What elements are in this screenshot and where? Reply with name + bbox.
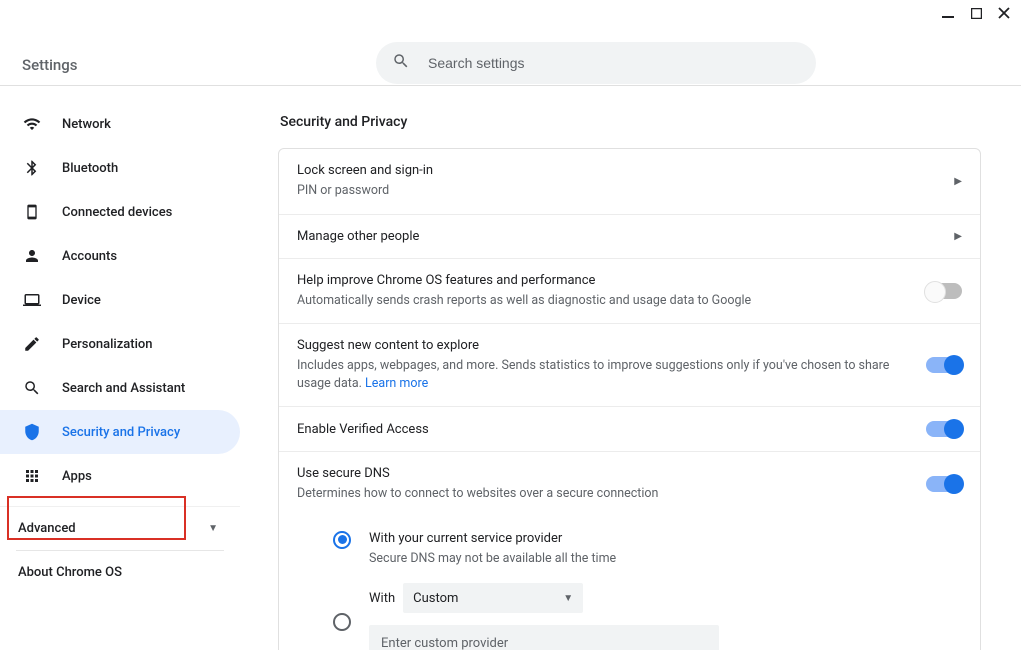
- dns-provider-select[interactable]: Custom ▼: [403, 583, 583, 613]
- row-verified-access: Enable Verified Access: [279, 407, 980, 452]
- radio-current-provider[interactable]: [333, 531, 351, 549]
- input-placeholder: Enter custom provider: [381, 636, 508, 650]
- phone-icon: [22, 203, 42, 221]
- sidebar-item-label: Apps: [62, 469, 92, 484]
- row-title: Manage other people: [297, 229, 954, 244]
- row-subtitle: PIN or password: [297, 182, 954, 200]
- row-title: Suggest new content to explore: [297, 338, 926, 353]
- content-area: Security and Privacy Lock screen and sig…: [240, 86, 1021, 650]
- sidebar-item-apps[interactable]: Apps: [0, 454, 240, 498]
- sidebar-item-accounts[interactable]: Accounts: [0, 234, 240, 278]
- select-value: Custom: [413, 591, 458, 606]
- advanced-toggle[interactable]: Advanced ▼: [0, 506, 240, 550]
- custom-provider-input[interactable]: Enter custom provider: [369, 625, 719, 650]
- sidebar-item-label: Security and Privacy: [62, 425, 180, 440]
- search-icon: [22, 379, 42, 397]
- sidebar-item-label: Device: [62, 293, 101, 308]
- chevron-right-icon: ▶: [954, 231, 962, 242]
- row-title: Enable Verified Access: [297, 422, 926, 437]
- row-manage-people[interactable]: Manage other people ▶: [279, 215, 980, 259]
- toggle-secure-dns[interactable]: [926, 476, 962, 492]
- sidebar-item-personalization[interactable]: Personalization: [0, 322, 240, 366]
- row-suggest-content: Suggest new content to explore Includes …: [279, 324, 980, 407]
- sidebar-item-connected-devices[interactable]: Connected devices: [0, 190, 240, 234]
- toggle-suggest-content[interactable]: [926, 357, 962, 373]
- about-link[interactable]: About Chrome OS: [0, 551, 240, 594]
- sidebar-item-label: Connected devices: [62, 205, 172, 220]
- person-icon: [22, 247, 42, 265]
- bluetooth-icon: [22, 159, 42, 177]
- dns-option-current-provider[interactable]: With your current service provider Secur…: [333, 523, 962, 576]
- search-bar[interactable]: [376, 42, 816, 84]
- row-subtitle: Determines how to connect to websites ov…: [297, 485, 926, 503]
- apps-icon: [22, 467, 42, 485]
- pencil-icon: [22, 335, 42, 353]
- shield-icon: [22, 423, 42, 441]
- chevron-down-icon: ▼: [563, 593, 573, 604]
- settings-card: Lock screen and sign-in PIN or password …: [278, 148, 981, 650]
- row-title: Use secure DNS: [297, 466, 926, 481]
- sidebar-item-security[interactable]: Security and Privacy: [0, 410, 240, 454]
- row-subtitle: Automatically sends crash reports as wel…: [297, 292, 926, 310]
- sidebar-item-label: Network: [62, 117, 111, 132]
- toggle-help-improve[interactable]: [926, 283, 962, 299]
- wifi-icon: [22, 115, 42, 133]
- dns-option-custom[interactable]: With Custom ▼ Enter custom provider: [333, 575, 962, 650]
- row-lock-screen[interactable]: Lock screen and sign-in PIN or password …: [279, 149, 980, 215]
- row-secure-dns: Use secure DNS Determines how to connect…: [279, 452, 980, 517]
- option-title: With your current service provider: [369, 531, 962, 546]
- row-subtitle: Includes apps, webpages, and more. Sends…: [297, 357, 926, 392]
- row-title: Lock screen and sign-in: [297, 163, 954, 178]
- sidebar-item-network[interactable]: Network: [0, 102, 240, 146]
- row-help-improve: Help improve Chrome OS features and perf…: [279, 259, 980, 325]
- laptop-icon: [22, 291, 42, 309]
- option-subtitle: Secure DNS may not be available all the …: [369, 550, 962, 568]
- chevron-right-icon: ▶: [954, 176, 962, 187]
- chevron-down-icon: ▼: [208, 523, 218, 534]
- page-title: Settings: [22, 56, 78, 74]
- sidebar-item-bluetooth[interactable]: Bluetooth: [0, 146, 240, 190]
- advanced-label: Advanced: [18, 521, 76, 536]
- toggle-verified-access[interactable]: [926, 421, 962, 437]
- option-with-label: With: [369, 591, 395, 606]
- learn-more-link[interactable]: Learn more: [365, 376, 428, 391]
- sidebar-item-label: Search and Assistant: [62, 381, 185, 396]
- sidebar: Network Bluetooth Connected devices Acco…: [0, 86, 240, 650]
- sidebar-item-label: Personalization: [62, 337, 153, 352]
- section-heading: Security and Privacy: [280, 114, 981, 130]
- search-icon: [392, 52, 410, 74]
- sidebar-item-device[interactable]: Device: [0, 278, 240, 322]
- sidebar-item-label: Accounts: [62, 249, 117, 264]
- dns-options: With your current service provider Secur…: [279, 517, 980, 650]
- row-title: Help improve Chrome OS features and perf…: [297, 273, 926, 288]
- radio-custom[interactable]: [333, 613, 351, 631]
- sidebar-item-label: Bluetooth: [62, 161, 118, 176]
- sidebar-item-search-assistant[interactable]: Search and Assistant: [0, 366, 240, 410]
- search-input[interactable]: [426, 54, 816, 72]
